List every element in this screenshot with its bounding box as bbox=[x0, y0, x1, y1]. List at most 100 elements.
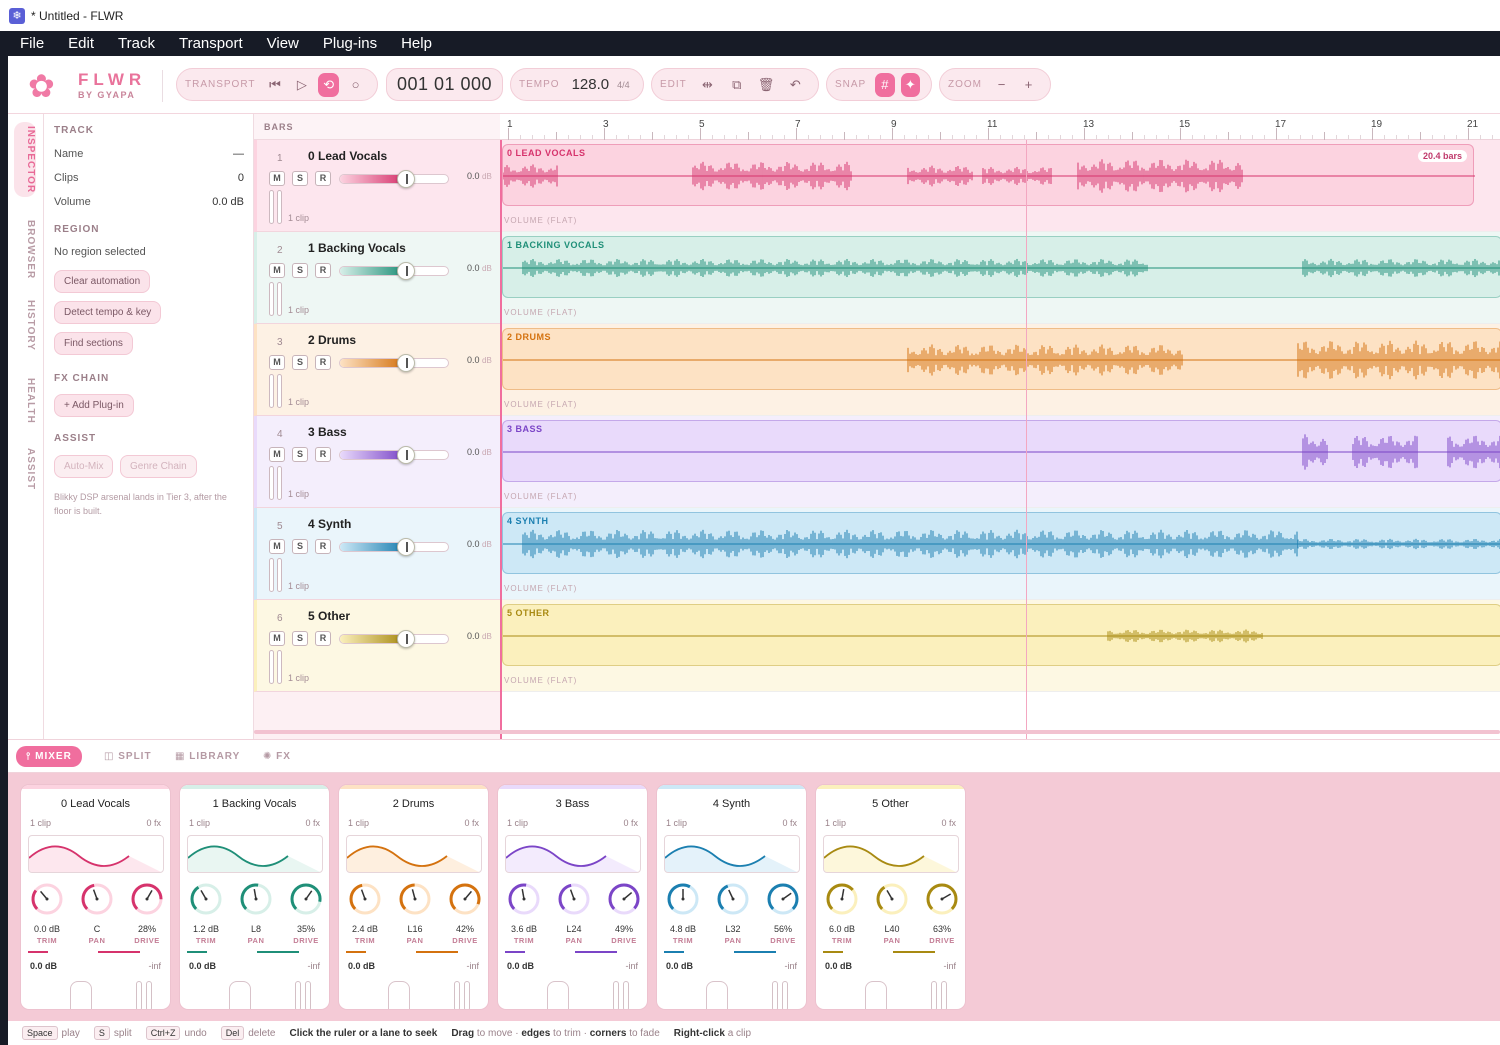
track-header[interactable]: 2 1 Backing Vocals M S R 0.0 dB 1 clip bbox=[254, 232, 500, 324]
tab-split[interactable]: ◫ SPLIT bbox=[94, 746, 162, 767]
audio-clip[interactable]: 0 LEAD VOCALS 20.4 bars bbox=[502, 144, 1475, 206]
pan-knob[interactable] bbox=[80, 882, 114, 916]
pan-knob[interactable] bbox=[716, 882, 750, 916]
menu-plugins[interactable]: Plug-ins bbox=[311, 35, 389, 52]
track-name[interactable]: 2 Drums bbox=[308, 333, 356, 347]
trim-knob[interactable] bbox=[189, 882, 223, 916]
fader-handle[interactable] bbox=[397, 446, 415, 464]
zoom-in-icon[interactable]: + bbox=[1018, 73, 1039, 97]
fader-handle[interactable] bbox=[397, 354, 415, 372]
mute-button[interactable]: M bbox=[269, 355, 285, 370]
solo-button[interactable]: S bbox=[292, 355, 308, 370]
volume-automation-label[interactable]: VOLUME (FLAT) bbox=[504, 584, 577, 593]
tab-browser[interactable]: BROWSER bbox=[14, 220, 36, 279]
tab-health[interactable]: HEALTH bbox=[14, 378, 36, 424]
volume-fader[interactable] bbox=[339, 450, 449, 460]
channel-fader[interactable] bbox=[229, 981, 251, 1009]
tempo-value[interactable]: 128.0 bbox=[572, 76, 610, 93]
sparkle-icon[interactable]: ✦ bbox=[900, 72, 920, 97]
playhead[interactable] bbox=[500, 140, 502, 739]
solo-button[interactable]: S bbox=[292, 631, 308, 646]
mixer-strip[interactable]: 5 Other 1 clip 0 fx 6.0 dB L40 63% TRIM PAN DRIV… bbox=[815, 784, 966, 1010]
ruler[interactable]: 1 3 5 7 9 11 13 15 17 19 21 bbox=[500, 114, 1500, 140]
play-icon[interactable]: ▷ bbox=[291, 73, 312, 97]
menu-transport[interactable]: Transport bbox=[167, 35, 255, 52]
track-lane[interactable]: 5 OTHER VOLUME (FLAT) bbox=[500, 600, 1500, 692]
trim-knob[interactable] bbox=[507, 882, 541, 916]
tab-library[interactable]: ▦ LIBRARY bbox=[165, 746, 250, 767]
eq-curve[interactable] bbox=[823, 835, 959, 873]
clear-automation-button[interactable]: Clear automation bbox=[54, 270, 151, 293]
solo-button[interactable]: S bbox=[292, 171, 308, 186]
mixer-strip[interactable]: 2 Drums 1 clip 0 fx 2.4 dB L16 42% TRIM PAN DRIV… bbox=[338, 784, 489, 1010]
menu-view[interactable]: View bbox=[255, 35, 311, 52]
record-arm-button[interactable]: R bbox=[315, 263, 331, 278]
eq-curve[interactable] bbox=[505, 835, 641, 873]
time-signature[interactable]: 4/4 bbox=[617, 80, 630, 90]
eq-curve[interactable] bbox=[346, 835, 482, 873]
trash-icon[interactable]: 🗑 bbox=[754, 73, 777, 97]
solo-button[interactable]: S bbox=[292, 539, 308, 554]
mute-button[interactable]: M bbox=[269, 539, 285, 554]
audio-clip[interactable]: 5 OTHER bbox=[502, 604, 1500, 666]
trim-knob[interactable] bbox=[825, 882, 859, 916]
trim-knob[interactable] bbox=[666, 882, 700, 916]
volume-automation-label[interactable]: VOLUME (FLAT) bbox=[504, 400, 577, 409]
volume-fader[interactable] bbox=[339, 542, 449, 552]
mixer-strip[interactable]: 1 Backing Vocals 1 clip 0 fx 1.2 dB L8 35% TRI… bbox=[179, 784, 330, 1010]
record-icon[interactable]: ○ bbox=[345, 73, 366, 97]
record-arm-button[interactable]: R bbox=[315, 447, 331, 462]
menu-track[interactable]: Track bbox=[106, 35, 167, 52]
track-header[interactable]: 6 5 Other M S R 0.0 dB 1 clip bbox=[254, 600, 500, 692]
time-display[interactable]: 001 01 000 bbox=[386, 68, 503, 101]
trim-knob[interactable] bbox=[348, 882, 382, 916]
volume-automation-label[interactable]: VOLUME (FLAT) bbox=[504, 676, 577, 685]
trim-knob[interactable] bbox=[30, 882, 64, 916]
record-arm-button[interactable]: R bbox=[315, 171, 331, 186]
channel-fader[interactable] bbox=[706, 981, 728, 1009]
track-header[interactable]: 5 4 Synth M S R 0.0 dB 1 clip bbox=[254, 508, 500, 600]
solo-button[interactable]: S bbox=[292, 263, 308, 278]
mute-button[interactable]: M bbox=[269, 263, 285, 278]
tab-mixer[interactable]: ⫯ MIXER bbox=[16, 746, 82, 767]
drive-knob[interactable] bbox=[448, 882, 482, 916]
pan-knob[interactable] bbox=[875, 882, 909, 916]
eq-curve[interactable] bbox=[28, 835, 164, 873]
track-lane[interactable]: 2 DRUMS VOLUME (FLAT) bbox=[500, 324, 1500, 416]
volume-fader[interactable] bbox=[339, 266, 449, 276]
menu-help[interactable]: Help bbox=[389, 35, 444, 52]
record-arm-button[interactable]: R bbox=[315, 631, 331, 646]
fader-handle[interactable] bbox=[397, 170, 415, 188]
track-lane[interactable]: 1 BACKING VOCALS VOLUME (FLAT) bbox=[500, 232, 1500, 324]
track-name[interactable]: 3 Bass bbox=[308, 425, 347, 439]
undo-icon[interactable]: ↶ bbox=[784, 73, 807, 97]
volume-fader[interactable] bbox=[339, 634, 449, 644]
drive-knob[interactable] bbox=[925, 882, 959, 916]
mixer-strip[interactable]: 4 Synth 1 clip 0 fx 4.8 dB L32 56% TRIM PAN DRIV… bbox=[656, 784, 807, 1010]
record-arm-button[interactable]: R bbox=[315, 539, 331, 554]
track-header[interactable]: 4 3 Bass M S R 0.0 dB 1 clip bbox=[254, 416, 500, 508]
drive-knob[interactable] bbox=[130, 882, 164, 916]
loop-icon[interactable]: ⟲ bbox=[318, 72, 340, 97]
volume-automation-label[interactable]: VOLUME (FLAT) bbox=[504, 216, 577, 225]
horizontal-scrollbar[interactable] bbox=[254, 730, 1500, 734]
mute-button[interactable]: M bbox=[269, 447, 285, 462]
volume-fader[interactable] bbox=[339, 358, 449, 368]
timeline[interactable]: 1 3 5 7 9 11 13 15 17 19 21 0 LEAD VOCALS 20.4 bars… bbox=[500, 114, 1500, 739]
zoom-out-icon[interactable]: − bbox=[991, 73, 1012, 97]
tab-fx[interactable]: ✺ FX bbox=[253, 746, 301, 767]
find-sections-button[interactable]: Find sections bbox=[54, 332, 133, 355]
solo-button[interactable]: S bbox=[292, 447, 308, 462]
drive-knob[interactable] bbox=[607, 882, 641, 916]
eq-curve[interactable] bbox=[664, 835, 800, 873]
tab-assist[interactable]: ASSIST bbox=[14, 448, 36, 490]
detect-tempo-button[interactable]: Detect tempo & key bbox=[54, 301, 162, 324]
channel-fader[interactable] bbox=[388, 981, 410, 1009]
grid-icon[interactable]: # bbox=[875, 72, 895, 97]
track-header[interactable]: 1 0 Lead Vocals M S R 0.0 dB 1 clip bbox=[254, 140, 500, 232]
eq-curve[interactable] bbox=[187, 835, 323, 873]
track-name[interactable]: 4 Synth bbox=[308, 517, 351, 531]
pan-knob[interactable] bbox=[557, 882, 591, 916]
auto-mix-button[interactable]: Auto-Mix bbox=[54, 455, 114, 478]
drive-knob[interactable] bbox=[766, 882, 800, 916]
